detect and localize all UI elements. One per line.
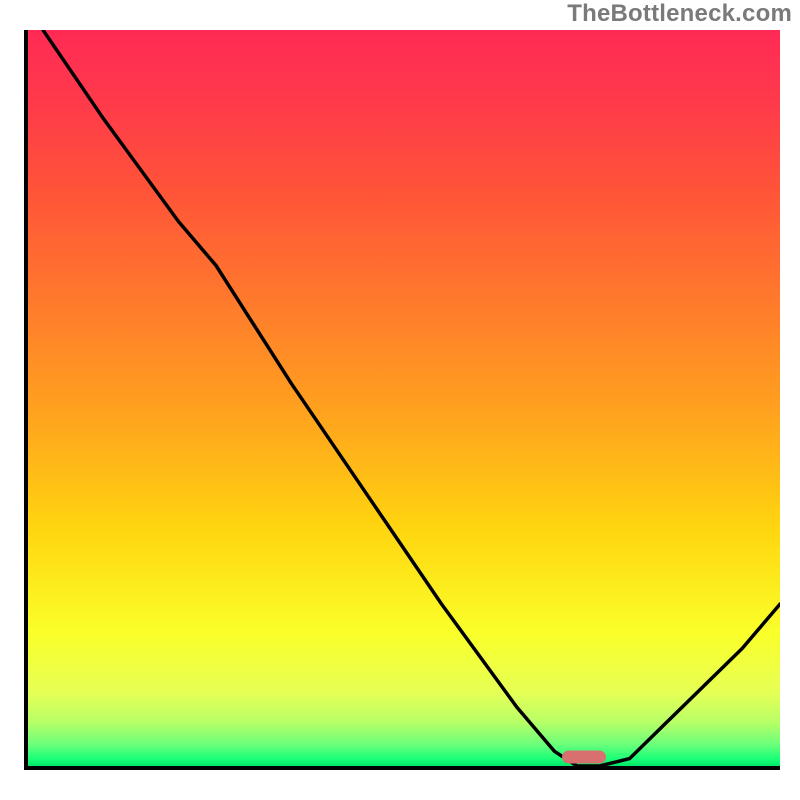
bottleneck-curve bbox=[28, 30, 780, 766]
watermark-text: TheBottleneck.com bbox=[567, 0, 792, 28]
bottleneck-chart: TheBottleneck.com bbox=[0, 0, 800, 800]
plot-area bbox=[24, 30, 780, 770]
optimum-marker bbox=[562, 751, 606, 764]
